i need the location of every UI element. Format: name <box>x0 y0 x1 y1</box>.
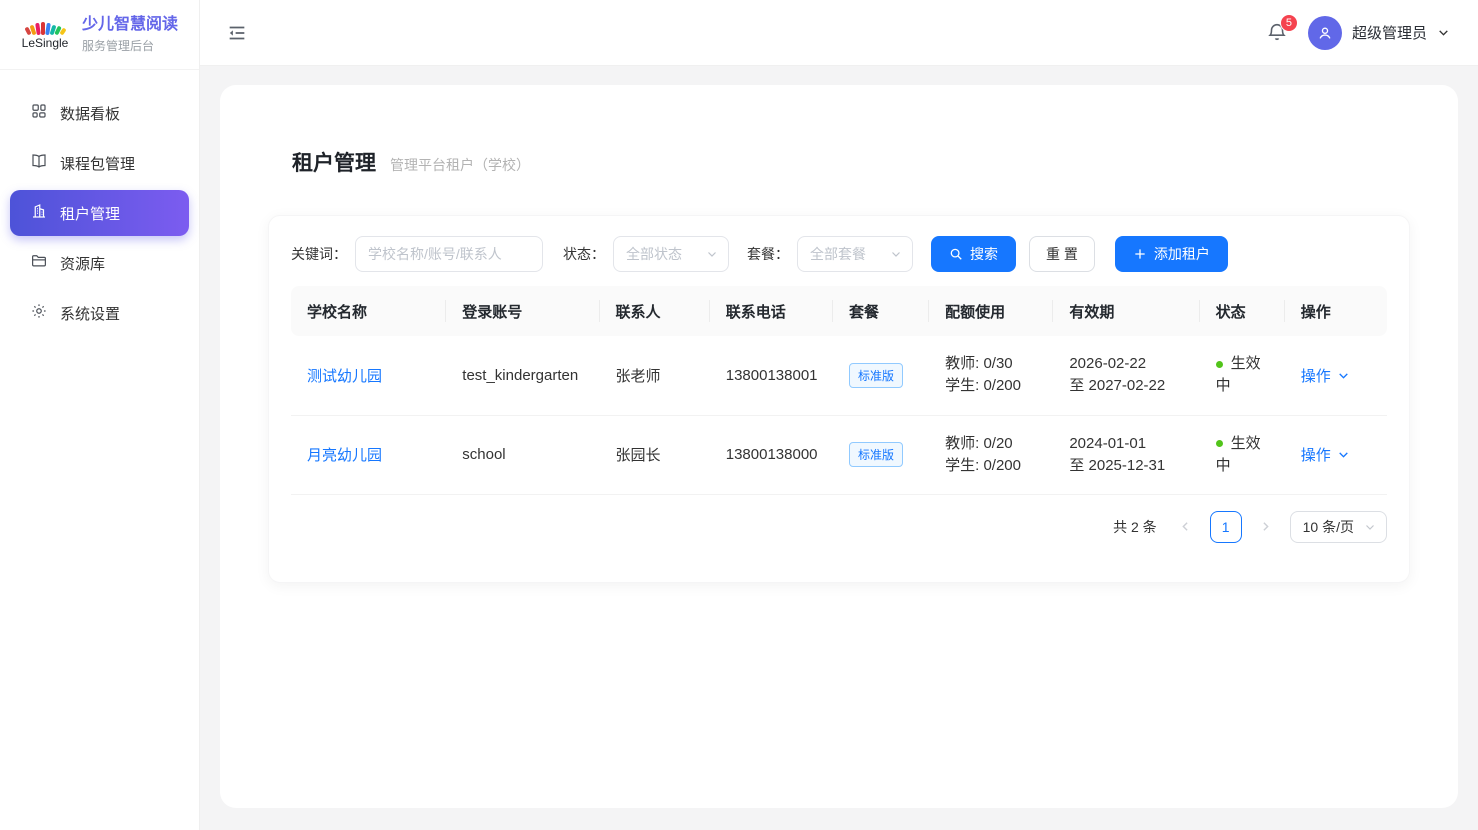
lesingle-logo-icon: LeSingle <box>18 19 72 50</box>
chevron-down-icon <box>890 248 902 260</box>
status-cell: 生效中 <box>1200 415 1285 494</box>
chevron-down-icon <box>1437 26 1450 39</box>
table-row: 月亮幼儿园 school 张园长 13800138000 标准版 教师: 0/2… <box>291 415 1387 494</box>
column-header-actions: 操作 <box>1285 286 1387 336</box>
package-badge: 标准版 <box>849 442 903 467</box>
folder-icon <box>30 252 48 274</box>
add-tenant-button[interactable]: 添加租户 <box>1115 236 1228 272</box>
phone-cell: 13800138001 <box>710 336 833 415</box>
building-icon <box>30 202 48 224</box>
filter-bar: 关键词： 状态： 全部状态 套餐： 全部套餐 搜索 <box>291 236 1387 272</box>
tenant-panel: 关键词： 状态： 全部状态 套餐： 全部套餐 搜索 <box>268 215 1410 583</box>
dashboard-icon <box>30 102 48 124</box>
package-label: 套餐： <box>747 244 789 264</box>
sidebar-menu: 数据看板 课程包管理 租户管理 资源库 系统设置 <box>0 70 199 336</box>
sidebar-item-tenants[interactable]: 租户管理 <box>10 190 189 236</box>
status-label: 状态： <box>563 244 605 264</box>
chevron-down-icon <box>1364 521 1376 533</box>
sidebar-item-label: 系统设置 <box>60 303 120 324</box>
book-icon <box>30 152 48 174</box>
column-header-phone: 联系电话 <box>710 286 833 336</box>
search-icon <box>949 247 963 261</box>
search-button[interactable]: 搜索 <box>931 236 1016 272</box>
status-dot-icon <box>1216 440 1223 447</box>
row-actions-dropdown[interactable]: 操作 <box>1301 444 1350 465</box>
page-card: 租户管理 管理平台租户（学校） 关键词： 状态： 全部状态 套餐： 全部套餐 <box>220 85 1458 808</box>
page-title: 租户管理 <box>292 147 376 177</box>
plus-icon <box>1133 247 1147 261</box>
column-header-account: 登录账号 <box>446 286 599 336</box>
pagination-next-icon[interactable] <box>1251 511 1281 543</box>
sidebar: LeSingle 少儿智慧阅读 服务管理后台 数据看板 课程包管理 租户管理 <box>0 0 200 830</box>
quota-cell: 教师: 0/30 学生: 0/200 <box>929 336 1053 415</box>
logo-brand-text: LeSingle <box>22 36 69 50</box>
avatar <box>1308 16 1342 50</box>
status-badge: 生效中 <box>1216 355 1261 394</box>
status-dot-icon <box>1216 361 1223 368</box>
account-cell: school <box>446 415 599 494</box>
chevron-down-icon <box>1337 448 1350 461</box>
table-row: 测试幼儿园 test_kindergarten 张老师 13800138001 … <box>291 336 1387 415</box>
pagination: 共 2 条 1 10 条/页 <box>291 511 1387 543</box>
quota-cell: 教师: 0/20 学生: 0/200 <box>929 415 1053 494</box>
gear-icon <box>30 302 48 324</box>
contact-cell: 张园长 <box>600 415 710 494</box>
app-logo: LeSingle 少儿智慧阅读 服务管理后台 <box>0 0 199 70</box>
school-name-link[interactable]: 月亮幼儿园 <box>307 447 382 464</box>
account-cell: test_kindergarten <box>446 336 599 415</box>
contact-cell: 张老师 <box>600 336 710 415</box>
sidebar-item-settings[interactable]: 系统设置 <box>10 290 189 336</box>
sidebar-item-dashboard[interactable]: 数据看板 <box>10 90 189 136</box>
tenant-table: 学校名称 登录账号 联系人 联系电话 套餐 配额使用 有效期 状态 操作 <box>291 286 1387 495</box>
app-title: 少儿智慧阅读 <box>82 15 178 35</box>
phone-cell: 13800138000 <box>710 415 833 494</box>
column-header-status: 状态 <box>1200 286 1285 336</box>
row-actions-dropdown[interactable]: 操作 <box>1301 365 1350 386</box>
column-header-quota: 配额使用 <box>929 286 1053 336</box>
sidebar-item-course-packages[interactable]: 课程包管理 <box>10 140 189 186</box>
pagination-page-1[interactable]: 1 <box>1210 511 1242 543</box>
chevron-down-icon <box>1337 369 1350 382</box>
user-menu[interactable]: 超级管理员 <box>1308 16 1450 50</box>
pagination-prev-icon[interactable] <box>1171 511 1201 543</box>
page-size-select[interactable]: 10 条/页 <box>1290 511 1387 543</box>
column-header-school: 学校名称 <box>291 286 446 336</box>
top-header: 5 超级管理员 <box>200 0 1478 66</box>
validity-cell: 2026-02-22 至 2027-02-22 <box>1053 336 1199 415</box>
keyword-label: 关键词： <box>291 244 347 264</box>
notification-badge: 5 <box>1280 14 1298 32</box>
school-name-link[interactable]: 测试幼儿园 <box>307 368 382 385</box>
chevron-down-icon <box>706 248 718 260</box>
validity-cell: 2024-01-01 至 2025-12-31 <box>1053 415 1199 494</box>
column-header-package: 套餐 <box>833 286 929 336</box>
keyword-input[interactable] <box>355 236 543 272</box>
menu-fold-icon[interactable] <box>224 20 250 46</box>
column-header-contact: 联系人 <box>600 286 710 336</box>
sidebar-item-label: 数据看板 <box>60 103 120 124</box>
sidebar-item-label: 资源库 <box>60 253 105 274</box>
package-badge: 标准版 <box>849 363 903 388</box>
username: 超级管理员 <box>1352 22 1427 43</box>
package-select[interactable]: 全部套餐 <box>797 236 913 272</box>
table-header-row: 学校名称 登录账号 联系人 联系电话 套餐 配额使用 有效期 状态 操作 <box>291 286 1387 336</box>
sidebar-item-label: 课程包管理 <box>60 153 135 174</box>
content-area: 租户管理 管理平台租户（学校） 关键词： 状态： 全部状态 套餐： 全部套餐 <box>200 66 1478 830</box>
app-subtitle: 服务管理后台 <box>82 37 178 54</box>
sidebar-item-resources[interactable]: 资源库 <box>10 240 189 286</box>
reset-button[interactable]: 重 置 <box>1029 236 1095 272</box>
status-badge: 生效中 <box>1216 435 1261 474</box>
status-cell: 生效中 <box>1200 336 1285 415</box>
status-select[interactable]: 全部状态 <box>613 236 729 272</box>
notification-bell-icon[interactable]: 5 <box>1266 21 1290 45</box>
column-header-validity: 有效期 <box>1053 286 1199 336</box>
pagination-total: 共 2 条 <box>1113 517 1157 537</box>
sidebar-item-label: 租户管理 <box>60 203 120 224</box>
page-subtitle: 管理平台租户（学校） <box>390 155 530 175</box>
